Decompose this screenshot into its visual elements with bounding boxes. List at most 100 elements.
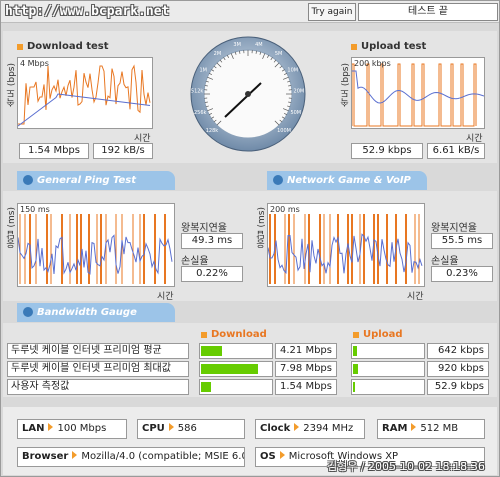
site-url: http://www.bcpark.net xyxy=(5,4,170,19)
gauge-tick-label: 100M xyxy=(277,128,291,134)
gauge-tick-label: 128k xyxy=(206,128,219,134)
ram-value: 512 MB xyxy=(420,423,459,434)
tab-bandwidth-label: Bandwidth Gauge xyxy=(37,307,137,318)
ping-graph: 150 ms xyxy=(17,203,175,287)
bandwidth-down-fill xyxy=(201,364,258,374)
clock-value: 2394 MHz xyxy=(303,423,354,434)
upload-title: Upload test xyxy=(351,41,426,52)
bandwidth-down-value: 7.98 Mbps xyxy=(275,361,337,377)
os-label: OS xyxy=(260,451,276,462)
signature-watermark: 김형우 / 2005-10-02 18:18:36 xyxy=(327,460,485,473)
lan-label: LAN xyxy=(22,423,45,434)
bandwidth-up-fill xyxy=(353,382,355,392)
bandwidth-upload-header-text: Upload xyxy=(363,329,403,340)
bullet-icon xyxy=(17,43,23,50)
tab-general-ping[interactable]: General Ping Test xyxy=(17,171,175,190)
download-title: Download test xyxy=(17,41,109,52)
ping-rtt: 49.3 ms xyxy=(181,233,243,249)
triangle-icon xyxy=(411,423,417,431)
bandwidth-row-label: 사용자 측정값 xyxy=(7,379,189,395)
bandwidth-down-fill xyxy=(201,346,222,356)
cpu-info: CPU 586 xyxy=(137,419,245,439)
ram-info: RAM 512 MB xyxy=(377,419,485,439)
triangle-icon xyxy=(294,423,300,431)
speed-gauge: 128k 256k 512k 1M 2M 3M 4M 5M 10M 20M 50M 100M xyxy=(190,36,306,152)
gauge-tick-label: 3M xyxy=(233,42,241,48)
tab-general-ping-label: General Ping Test xyxy=(37,175,137,186)
bullet-icon xyxy=(201,331,207,338)
browser-label: Browser xyxy=(22,451,69,462)
upload-plot xyxy=(351,63,485,127)
game-series xyxy=(267,233,423,275)
ram-label: RAM xyxy=(382,423,408,434)
bandwidth-up-fill xyxy=(353,346,357,356)
download-mbps: 1.54 Mbps xyxy=(19,143,89,159)
tab-network-game[interactable]: Network Game & VoIP Test xyxy=(267,171,427,205)
browser-info: Browser Mozilla/4.0 (compatible; MSIE 6.0 xyxy=(17,447,245,467)
ping-xlabel: 시간 xyxy=(157,292,174,302)
upload-graph: 200 kbps xyxy=(351,57,485,129)
bandwidth-up-bar xyxy=(351,343,425,359)
gauge-tick-label: 4M xyxy=(255,42,263,48)
clock-label: Clock xyxy=(260,423,291,434)
gauge-tick-label: 10M xyxy=(287,68,298,74)
gauge-tick-label: 256k xyxy=(194,110,207,116)
tab-bandwidth-gauge[interactable]: Bandwidth Gauge xyxy=(17,303,175,322)
game-rtt-label: 왕복지연율 xyxy=(431,223,477,234)
game-rtt: 55.5 ms xyxy=(431,233,493,249)
game-graph: 200 ms xyxy=(267,203,425,287)
end-test-button[interactable]: 테스트 끝 xyxy=(358,3,498,21)
clock-info: Clock 2394 MHz xyxy=(255,419,365,439)
game-xlabel: 시간 xyxy=(407,292,424,302)
gauge-tick-label: 2M xyxy=(214,51,222,57)
ping-loss: 0.22% xyxy=(181,266,243,282)
bandwidth-up-value: 642 kbps xyxy=(427,343,489,359)
upload-series-avg xyxy=(352,70,485,104)
ping-plot xyxy=(17,214,173,284)
upload-kbps: 52.9 kbps xyxy=(351,143,423,159)
bandwidth-down-value: 1.54 Mbps xyxy=(275,379,337,395)
triangle-icon xyxy=(48,423,54,431)
upload-kbs: 6.61 kB/s xyxy=(427,143,485,159)
triangle-icon xyxy=(168,423,174,431)
upload-title-text: Upload test xyxy=(361,41,427,52)
lan-value: 100 Mbps xyxy=(57,423,107,434)
arrow-icon xyxy=(23,307,33,317)
ping-series xyxy=(17,234,173,275)
speedtest-window: http://www.bcpark.net Try again 테스트 끝 Do… xyxy=(0,0,500,477)
gauge-tick-label: 512k xyxy=(191,88,204,94)
bullet-icon xyxy=(353,331,359,338)
bandwidth-up-bar xyxy=(351,379,425,395)
bandwidth-down-value: 4.21 Mbps xyxy=(275,343,337,359)
download-kbs: 192 kB/s xyxy=(93,143,153,159)
bandwidth-down-bar xyxy=(199,343,273,359)
download-plot xyxy=(17,64,151,127)
gauge-tick-label: 5M xyxy=(275,51,283,57)
bandwidth-download-header-text: Download xyxy=(211,329,267,340)
game-scale: 200 ms xyxy=(270,205,300,214)
download-title-text: Download test xyxy=(27,41,109,52)
triangle-icon xyxy=(72,451,78,459)
triangle-icon xyxy=(279,451,285,459)
gauge-tick-label: 1M xyxy=(199,68,207,74)
game-plot xyxy=(267,214,423,284)
bandwidth-download-header: Download xyxy=(201,329,267,340)
download-series-raw xyxy=(18,64,151,125)
bandwidth-down-bar xyxy=(199,361,273,377)
ping-rtt-label: 왕복지연율 xyxy=(181,223,227,234)
bandwidth-row-label: 두루넷 케이블 인터넷 프리미엄 최대값 xyxy=(7,361,189,377)
bandwidth-up-bar xyxy=(351,361,425,377)
gauge-tick-label: 50M xyxy=(290,110,301,116)
browser-value: Mozilla/4.0 (compatible; MSIE 6.0 xyxy=(81,451,245,462)
ping-loss-label: 손실율 xyxy=(181,256,209,267)
cpu-label: CPU xyxy=(142,423,165,434)
bullet-icon xyxy=(351,43,357,50)
bandwidth-upload-header: Upload xyxy=(353,329,402,340)
bandwidth-up-value: 920 kbps xyxy=(427,361,489,377)
bandwidth-down-bar xyxy=(199,379,273,395)
lan-info: LAN 100 Mbps xyxy=(17,419,127,439)
top-bar: http://www.bcpark.net Try again 테스트 끝 xyxy=(1,1,499,23)
arrow-icon xyxy=(23,175,33,185)
try-again-button[interactable]: Try again xyxy=(308,3,356,21)
bandwidth-up-fill xyxy=(353,364,358,374)
